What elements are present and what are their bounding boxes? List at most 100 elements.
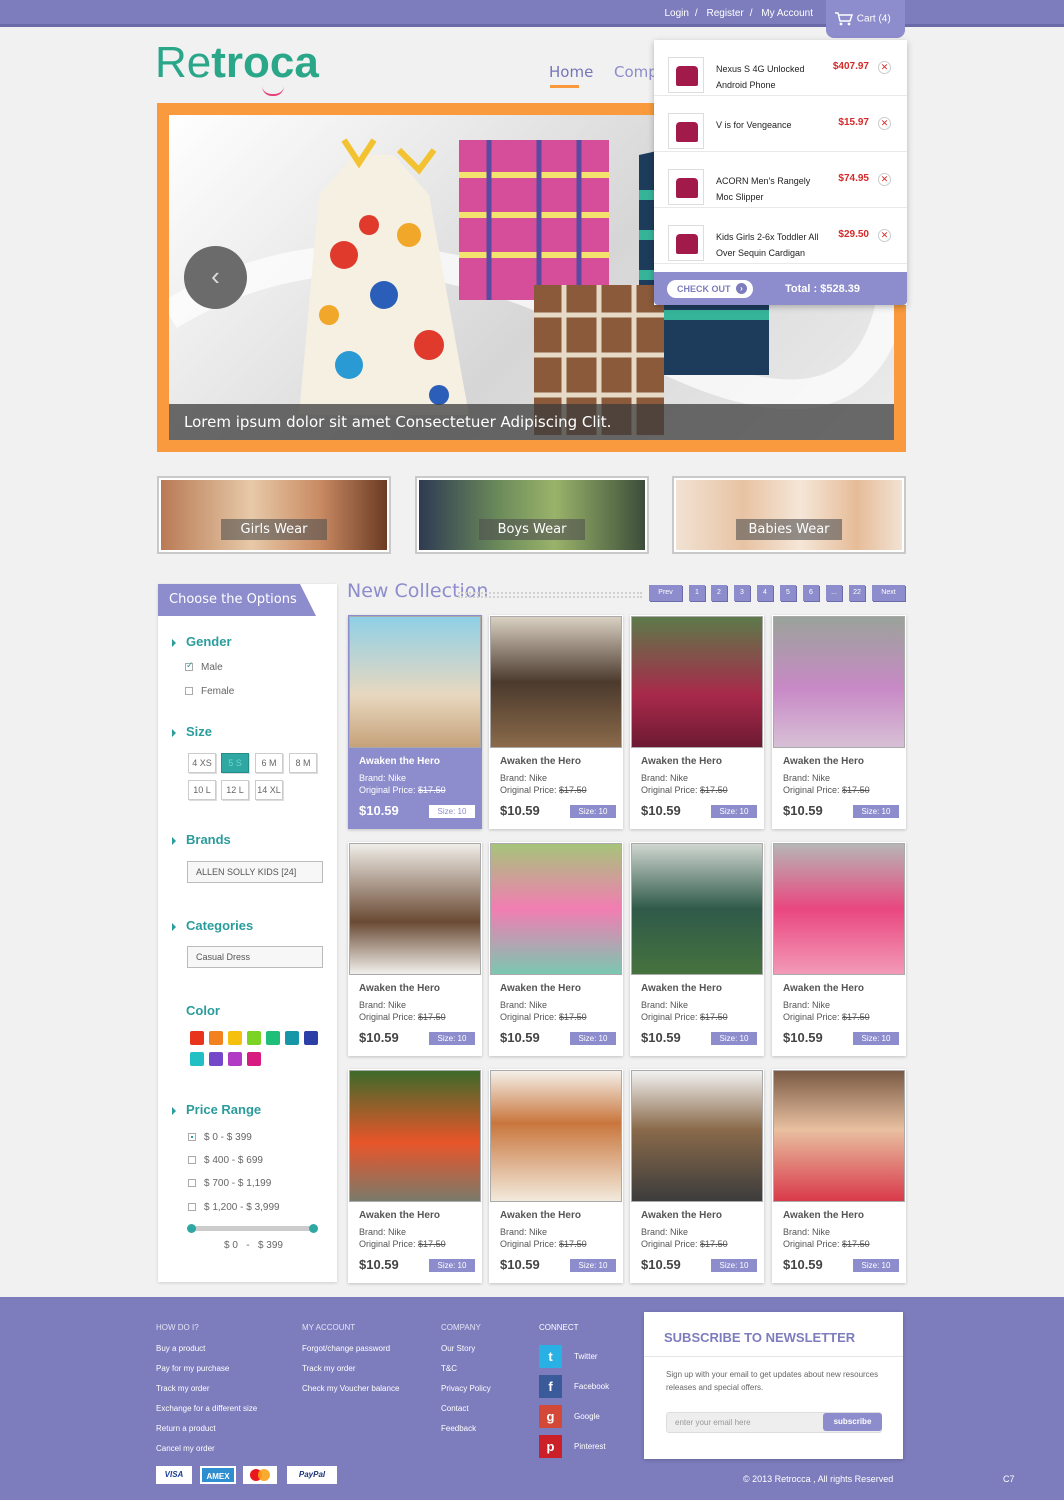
pagination-item[interactable]: ... (826, 585, 842, 601)
brand-select[interactable]: ALLEN SOLLY KIDS [24] (187, 861, 323, 883)
color-swatch[interactable] (228, 1031, 242, 1045)
pagination-item[interactable]: 1 (689, 585, 705, 601)
pagination-item[interactable]: 22 (849, 585, 865, 601)
size-option[interactable]: 4 XS (188, 753, 216, 773)
product-image[interactable] (631, 616, 763, 748)
footer-link[interactable]: Check my Voucher balance (302, 1384, 399, 1393)
product-size-badge[interactable]: Size: 10 (429, 1032, 475, 1045)
price-option[interactable]: $ 400 - $ 699 (188, 1155, 263, 1166)
my-account-link[interactable]: My Account (761, 8, 813, 19)
product-card[interactable]: Awaken the Hero Brand: Nike Original Price… (489, 1069, 623, 1283)
footer-link[interactable]: Privacy Policy (441, 1384, 491, 1393)
product-image[interactable] (631, 1070, 763, 1202)
pagination-item[interactable]: 6 (803, 585, 819, 601)
cart-item-name[interactable]: V is for Vengeance (716, 117, 826, 133)
product-size-badge[interactable]: Size: 10 (711, 1032, 757, 1045)
color-swatch[interactable] (285, 1031, 299, 1045)
product-image[interactable] (631, 843, 763, 975)
product-image[interactable] (349, 616, 481, 748)
subscribe-button[interactable]: subscribe (823, 1413, 882, 1431)
product-title[interactable]: Awaken the Hero (783, 1210, 864, 1221)
footer-link[interactable]: Pay for my purchase (156, 1364, 257, 1373)
color-swatch[interactable] (247, 1052, 261, 1066)
product-title[interactable]: Awaken the Hero (641, 983, 722, 994)
category-boys-wear[interactable]: Boys Wear (415, 476, 649, 554)
product-card[interactable]: Awaken the Hero Brand: Nike Original Price… (348, 615, 482, 829)
size-option-selected[interactable]: 5 S (221, 753, 249, 773)
footer-link[interactable]: Buy a product (156, 1344, 257, 1353)
checkbox[interactable] (185, 660, 194, 672)
product-card[interactable]: Awaken the Hero Brand: Nike Original Price… (772, 615, 906, 829)
product-image[interactable] (349, 1070, 481, 1202)
pagination-item[interactable]: 4 (757, 585, 773, 601)
cart-item-name[interactable]: Nexus S 4G Unlocked Android Phone (716, 61, 826, 93)
gender-male-option[interactable]: Male (185, 660, 223, 673)
logo[interactable]: Retroca (155, 38, 319, 88)
checkout-button[interactable]: CHECK OUT › (667, 280, 753, 298)
product-size-badge[interactable]: Size: 10 (570, 805, 616, 818)
gender-female-option[interactable]: Female (185, 686, 234, 697)
price-option[interactable]: $ 0 - $ 399 (188, 1132, 252, 1143)
product-title[interactable]: Awaken the Hero (641, 1210, 722, 1221)
pagination-item[interactable]: 2 (711, 585, 727, 601)
checkbox[interactable] (185, 687, 193, 696)
product-card[interactable]: Awaken the Hero Brand: Nike Original Price… (630, 842, 764, 1056)
product-title[interactable]: Awaken the Hero (359, 983, 440, 994)
range-min-handle[interactable] (187, 1224, 196, 1233)
footer-link[interactable]: Track my order (302, 1364, 399, 1373)
pagination-item[interactable]: 5 (780, 585, 796, 601)
cart-item-name[interactable]: ACORN Men's Rangely Moc Slipper (716, 173, 826, 205)
product-size-badge[interactable]: Size: 10 (429, 1259, 475, 1272)
size-heading[interactable]: Size (172, 724, 212, 739)
product-size-badge[interactable]: Size: 10 (711, 1259, 757, 1272)
radio-button[interactable] (188, 1203, 196, 1212)
product-size-badge[interactable]: Size: 10 (853, 805, 899, 818)
size-option[interactable]: 12 L (221, 780, 249, 800)
product-title[interactable]: Awaken the Hero (500, 983, 581, 994)
color-swatch[interactable] (266, 1031, 280, 1045)
login-link[interactable]: Login (664, 8, 688, 19)
price-option[interactable]: $ 700 - $ 1,199 (188, 1178, 271, 1189)
product-card[interactable]: Awaken the Hero Brand: Nike Original Price… (348, 1069, 482, 1283)
product-card[interactable]: Awaken the Hero Brand: Nike Original Price… (630, 1069, 764, 1283)
pagination-item[interactable]: Prev (649, 585, 682, 601)
footer-link[interactable]: Exchange for a different size (156, 1404, 257, 1413)
color-swatch[interactable] (228, 1052, 242, 1066)
register-link[interactable]: Register (706, 8, 743, 19)
product-size-badge[interactable]: Size: 10 (570, 1032, 616, 1045)
pagination-item[interactable]: 3 (734, 585, 750, 601)
product-size-badge[interactable]: Size: 10 (853, 1032, 899, 1045)
color-swatch[interactable] (209, 1031, 223, 1045)
product-title[interactable]: Awaken the Hero (359, 756, 440, 767)
product-card[interactable]: Awaken the Hero Brand: Nike Original Price… (348, 842, 482, 1056)
footer-link[interactable]: Track my order (156, 1384, 257, 1393)
category-select[interactable]: Casual Dress (187, 946, 323, 968)
radio-button[interactable] (188, 1179, 196, 1188)
product-image[interactable] (773, 616, 905, 748)
product-image[interactable] (490, 1070, 622, 1202)
product-card[interactable]: Awaken the Hero Brand: Nike Original Price… (772, 842, 906, 1056)
cart-button[interactable]: Cart (4) (826, 0, 905, 38)
color-swatch[interactable] (190, 1052, 204, 1066)
product-title[interactable]: Awaken the Hero (783, 983, 864, 994)
product-title[interactable]: Awaken the Hero (783, 756, 864, 767)
footer-link[interactable]: Forgot/change password (302, 1344, 399, 1353)
product-title[interactable]: Awaken the Hero (500, 1210, 581, 1221)
footer-link[interactable]: Contact (441, 1404, 491, 1413)
product-image[interactable] (773, 1070, 905, 1202)
range-max-handle[interactable] (309, 1224, 318, 1233)
product-size-badge[interactable]: Size: 10 (429, 805, 475, 818)
color-swatch[interactable] (247, 1031, 261, 1045)
size-option[interactable]: 10 L (188, 780, 216, 800)
size-option[interactable]: 8 M (289, 753, 317, 773)
product-image[interactable] (773, 843, 905, 975)
category-babies-wear[interactable]: Babies Wear (672, 476, 906, 554)
radio-button[interactable] (188, 1156, 196, 1165)
price-range-heading[interactable]: Price Range (172, 1102, 261, 1117)
remove-item-icon[interactable]: ✕ (878, 229, 891, 242)
footer-link[interactable]: Feedback (441, 1424, 491, 1433)
product-image[interactable] (490, 843, 622, 975)
remove-item-icon[interactable]: ✕ (878, 117, 891, 130)
product-title[interactable]: Awaken the Hero (500, 756, 581, 767)
price-option[interactable]: $ 1,200 - $ 3,999 (188, 1202, 280, 1213)
